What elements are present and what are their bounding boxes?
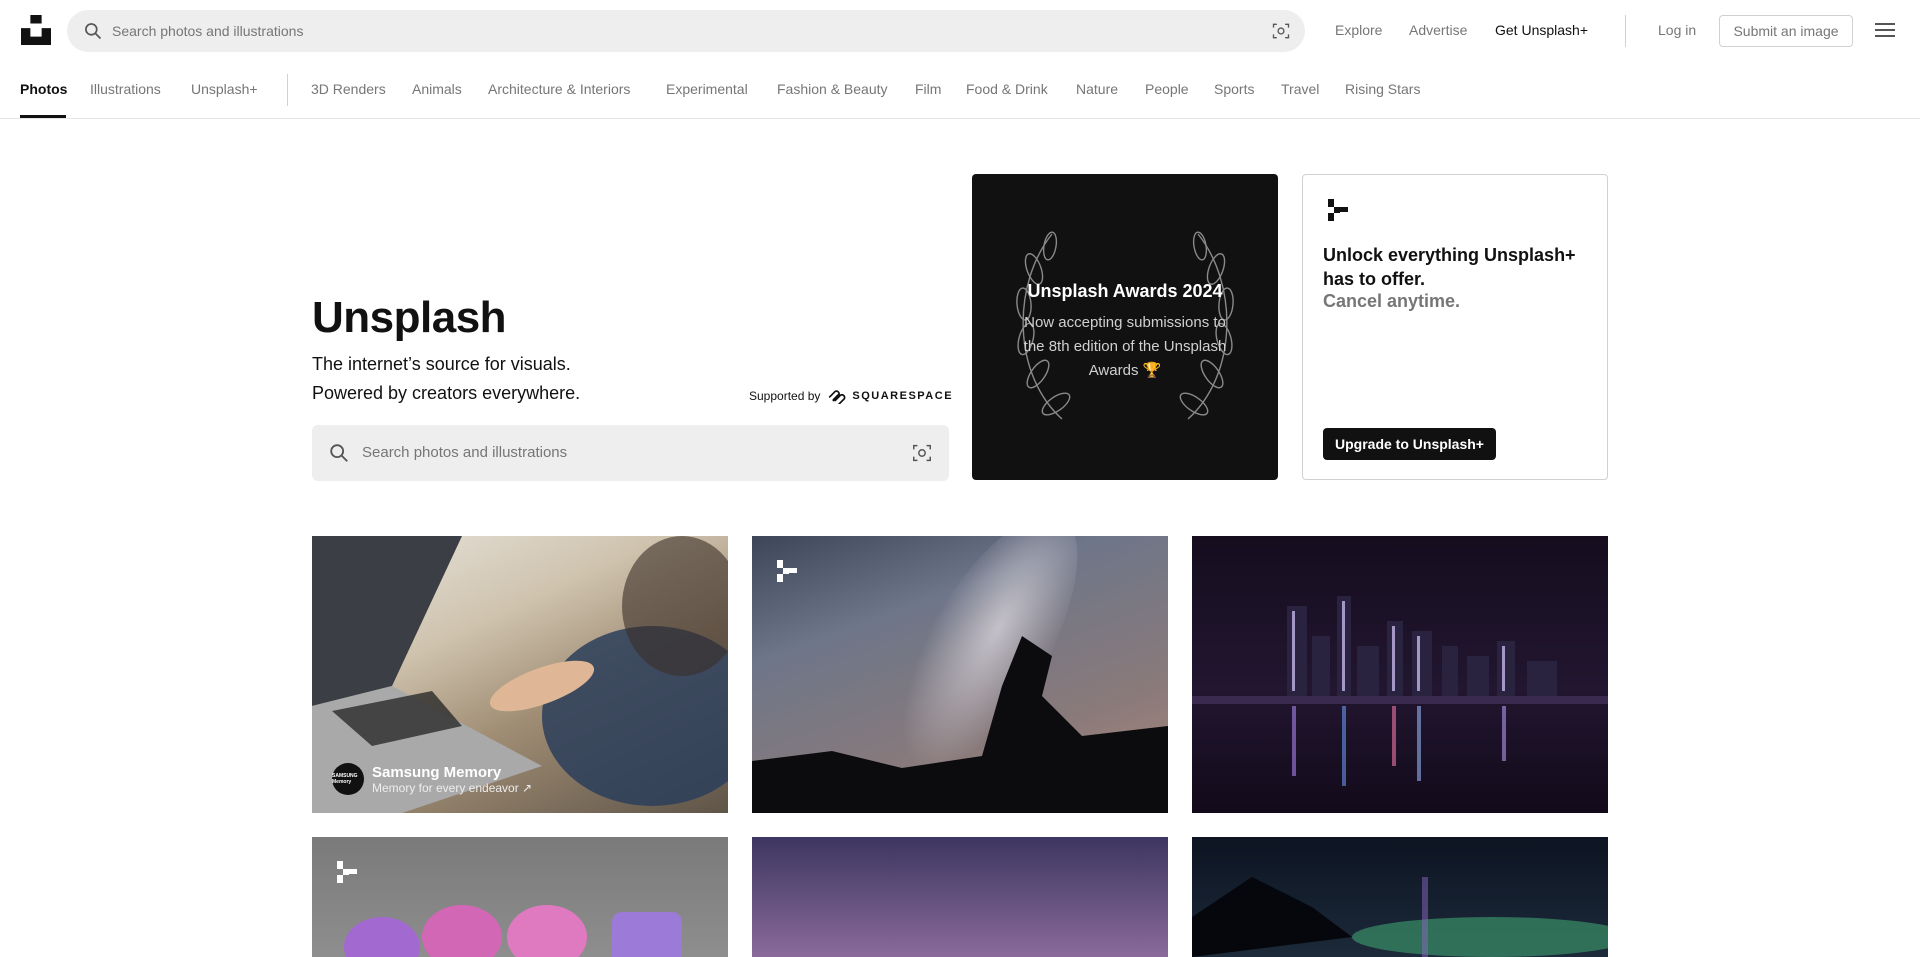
sponsor-tagline[interactable]: Memory for every endeavor ↗ bbox=[372, 781, 532, 795]
nav-get-unsplash-plus-link[interactable]: Get Unsplash+ bbox=[1495, 22, 1588, 38]
visual-search-icon[interactable] bbox=[911, 442, 933, 464]
hero-title: Unsplash bbox=[312, 293, 507, 342]
tab-fashion-beauty[interactable]: Fashion & Beauty bbox=[777, 81, 888, 97]
photo-aurora[interactable] bbox=[1192, 837, 1608, 957]
visual-search-icon[interactable] bbox=[1271, 21, 1291, 41]
search-icon[interactable] bbox=[83, 21, 103, 41]
supported-by[interactable]: Supported by SQUARESPACE bbox=[749, 388, 953, 404]
pink-shapes-illustration bbox=[344, 905, 682, 957]
photo-pink-shapes[interactable] bbox=[312, 837, 728, 957]
submit-image-button[interactable]: Submit an image bbox=[1719, 15, 1853, 47]
supported-by-label: Supported by bbox=[749, 389, 821, 403]
tab-architecture-interiors[interactable]: Architecture & Interiors bbox=[488, 81, 630, 97]
nav-advertise-link[interactable]: Advertise bbox=[1409, 22, 1467, 38]
sponsor-name[interactable]: Samsung Memory bbox=[372, 764, 532, 781]
nav-explore-link[interactable]: Explore bbox=[1335, 22, 1382, 38]
tab-illustrations[interactable]: Illustrations bbox=[90, 81, 161, 97]
sponsor-info[interactable]: SAMSUNG Memory Samsung Memory Memory for… bbox=[332, 763, 532, 795]
top-search-input[interactable]: Search photos and illustrations bbox=[112, 23, 303, 39]
photo-milky-way[interactable] bbox=[752, 536, 1168, 813]
top-search-bar[interactable]: Search photos and illustrations bbox=[67, 10, 1305, 52]
hero-search-input[interactable]: Search photos and illustrations bbox=[362, 444, 567, 461]
awards-card[interactable]: Unsplash Awards 2024 Now accepting submi… bbox=[972, 174, 1278, 480]
upgrade-button[interactable]: Upgrade to Unsplash+ bbox=[1323, 428, 1496, 460]
squarespace-logo-icon bbox=[829, 390, 846, 404]
category-tabs: Photos Illustrations Unsplash+ 3D Render… bbox=[0, 61, 1920, 119]
tab-animals[interactable]: Animals bbox=[412, 81, 462, 97]
squarespace-name: SQUARESPACE bbox=[852, 390, 954, 402]
top-header: Search photos and illustrations Explore … bbox=[0, 0, 1920, 61]
plus-card-subtitle: Cancel anytime. bbox=[1323, 291, 1461, 311]
hamburger-menu-icon[interactable] bbox=[1875, 22, 1895, 38]
active-tab-indicator bbox=[20, 115, 66, 118]
login-link[interactable]: Log in bbox=[1658, 22, 1696, 38]
tab-people[interactable]: People bbox=[1145, 81, 1189, 97]
header-divider bbox=[1625, 15, 1626, 47]
hero-tagline-line1: The internet’s source for visuals. bbox=[312, 354, 571, 374]
hero-tagline-line2: Powered by creators everywhere. bbox=[312, 383, 581, 403]
tab-photos[interactable]: Photos bbox=[20, 81, 67, 97]
unsplash-plus-icon bbox=[337, 861, 357, 883]
tab-food-drink[interactable]: Food & Drink bbox=[966, 81, 1048, 97]
unsplash-plus-icon bbox=[1328, 199, 1348, 221]
tabs-divider bbox=[287, 74, 288, 106]
milky-way-illustration bbox=[752, 536, 1168, 813]
awards-description: Now accepting submissions to the 8th edi… bbox=[1023, 314, 1227, 379]
tab-film[interactable]: Film bbox=[915, 81, 941, 97]
samsung-avatar[interactable]: SAMSUNG Memory bbox=[332, 763, 364, 795]
tab-sports[interactable]: Sports bbox=[1214, 81, 1254, 97]
plus-card-title: Unlock everything Unsplash+ has to offer… bbox=[1323, 245, 1576, 289]
tab-3d-renders[interactable]: 3D Renders bbox=[311, 81, 386, 97]
search-icon[interactable] bbox=[328, 442, 350, 464]
hero-search-bar[interactable]: Search photos and illustrations bbox=[312, 425, 949, 481]
aurora-illustration bbox=[1192, 877, 1608, 957]
tab-experimental[interactable]: Experimental bbox=[666, 81, 748, 97]
unsplash-logo-icon[interactable] bbox=[20, 15, 52, 45]
unsplash-plus-icon bbox=[777, 560, 797, 582]
photo-laptop-sponsored[interactable]: SAMSUNG Memory Samsung Memory Memory for… bbox=[312, 536, 728, 813]
tab-nature[interactable]: Nature bbox=[1076, 81, 1118, 97]
tab-unsplash-plus[interactable]: Unsplash+ bbox=[191, 81, 258, 97]
photo-purple-sky[interactable] bbox=[752, 837, 1168, 957]
tab-rising-stars[interactable]: Rising Stars bbox=[1345, 81, 1420, 97]
city-skyline-illustration bbox=[1192, 596, 1608, 786]
unsplash-plus-card: Unlock everything Unsplash+ has to offer… bbox=[1302, 174, 1608, 480]
tab-travel[interactable]: Travel bbox=[1281, 81, 1319, 97]
awards-title: Unsplash Awards 2024 bbox=[1027, 281, 1223, 301]
photo-city-skyline[interactable] bbox=[1192, 536, 1608, 813]
